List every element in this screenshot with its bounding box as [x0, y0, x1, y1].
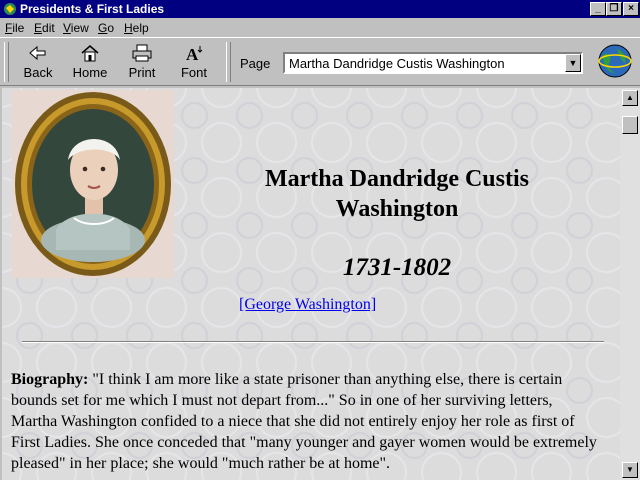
printer-icon [132, 44, 152, 62]
font-icon: A [186, 45, 203, 62]
vertical-scrollbar[interactable]: ▲ ▼ [620, 88, 640, 480]
menu-file[interactable]: File [5, 21, 24, 35]
scroll-thumb[interactable] [622, 116, 638, 134]
home-icon [81, 45, 99, 62]
page-label: Page [240, 56, 271, 71]
home-button[interactable]: Home [65, 42, 115, 82]
biography-paragraph: Biography: "I think I am more like a sta… [11, 369, 601, 474]
back-label: Back [23, 65, 53, 80]
horizontal-divider [22, 341, 604, 343]
print-label: Print [128, 65, 156, 80]
page-select[interactable]: Martha Dandridge Custis Washington ▼ [283, 52, 583, 74]
menu-edit[interactable]: Edit [34, 21, 55, 35]
page-title-line1: Martha Dandridge Custis [264, 166, 529, 192]
home-label: Home [72, 65, 108, 80]
menu-bar: File Edit View Go Help [0, 18, 640, 37]
page-select-value: Martha Dandridge Custis Washington [289, 56, 505, 71]
minimize-button[interactable]: _ [590, 2, 606, 16]
back-arrow-icon [29, 45, 46, 61]
print-button[interactable]: Print [117, 42, 167, 82]
toolbar-grip [4, 42, 9, 82]
spouse-link[interactable]: [George Washington] [239, 296, 376, 314]
content-area: Martha Dandridge Custis Washington 1731-… [2, 88, 620, 480]
chevron-down-icon[interactable]: ▼ [565, 54, 581, 72]
back-button[interactable]: Back [13, 42, 63, 82]
toolbar: Back Home Print A Font Page Martha Dandr… [0, 37, 640, 86]
biography-text: "I think I am more like a state prisoner… [11, 371, 597, 472]
menu-help[interactable]: Help [124, 21, 149, 35]
font-label: Font [180, 65, 207, 80]
lifespan-years: 1731-1802 [342, 254, 452, 281]
menu-go[interactable]: Go [98, 21, 114, 35]
page-title-line2: Washington [335, 196, 459, 222]
font-button[interactable]: A Font [169, 42, 219, 82]
window-title: Presidents & First Ladies [20, 2, 165, 16]
portrait-image [12, 90, 174, 278]
title-bar: Presidents & First Ladies _ ❐ × [0, 0, 640, 18]
page-title: Martha Dandridge Custis Washington [212, 164, 582, 224]
scroll-up-button[interactable]: ▲ [622, 90, 638, 106]
toolbar-grip-2 [226, 42, 231, 82]
maximize-button[interactable]: ❐ [606, 2, 622, 16]
close-button[interactable]: × [623, 2, 639, 16]
biography-label: Biography: [11, 371, 89, 388]
app-icon [4, 3, 16, 15]
scroll-down-button[interactable]: ▼ [622, 462, 638, 478]
menu-view[interactable]: View [63, 21, 89, 35]
svg-text:A: A [186, 45, 199, 62]
globe-logo-icon[interactable] [597, 43, 633, 79]
